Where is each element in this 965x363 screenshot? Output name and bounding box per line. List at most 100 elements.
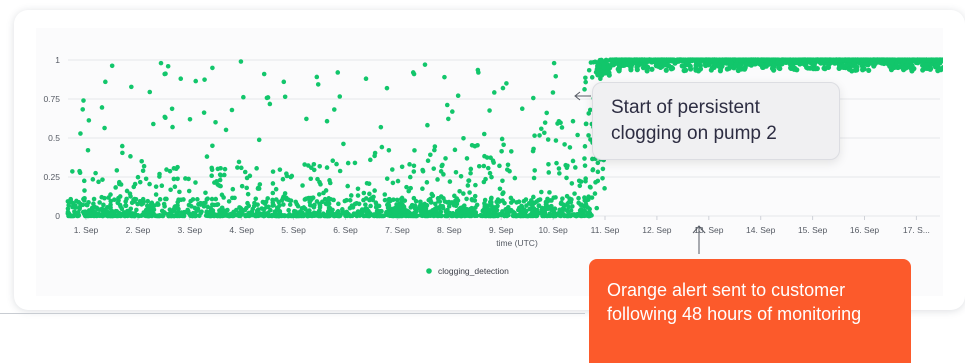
data-point [874, 57, 880, 63]
data-point [367, 191, 372, 197]
data-point [334, 161, 339, 167]
data-point [91, 201, 96, 207]
data-point [337, 94, 343, 99]
data-point [449, 200, 455, 205]
data-point [345, 183, 351, 189]
data-point [226, 199, 232, 204]
data-point [539, 189, 544, 195]
data-point [758, 57, 764, 63]
data-point [255, 211, 261, 217]
data-point [483, 176, 488, 182]
data-point [466, 178, 472, 183]
data-point [159, 208, 165, 214]
data-point [680, 57, 686, 63]
data-point [576, 195, 581, 201]
data-point [317, 179, 322, 185]
data-point [99, 105, 105, 110]
data-point [455, 93, 461, 98]
data-point [411, 163, 417, 169]
data-point [582, 163, 588, 168]
data-point [542, 210, 548, 216]
data-point [407, 174, 413, 180]
data-point [410, 70, 416, 75]
data-point [530, 148, 536, 154]
data-point [142, 213, 148, 218]
data-point [559, 200, 564, 205]
data-point [226, 212, 232, 217]
data-point [86, 210, 92, 215]
data-point [649, 66, 655, 72]
data-point [431, 166, 437, 171]
data-point [570, 158, 576, 164]
persistent-clogging-text: Start of persistent clogging on pump 2 [611, 97, 777, 144]
data-point [719, 57, 725, 63]
data-point [453, 169, 459, 175]
data-point [820, 57, 827, 63]
data-point [177, 189, 182, 195]
data-point [575, 132, 580, 138]
y-tick-label: 0.25 [43, 172, 60, 182]
data-point [524, 203, 529, 208]
data-point [603, 57, 609, 63]
data-point [218, 209, 224, 215]
data-point [324, 201, 330, 207]
data-point [70, 204, 75, 210]
data-point [505, 204, 511, 210]
data-point [407, 162, 412, 167]
data-point [281, 79, 287, 85]
data-point [256, 137, 262, 143]
data-point [265, 95, 271, 100]
data-point [395, 178, 401, 184]
data-point [545, 137, 551, 142]
data-point [438, 169, 444, 174]
data-point [434, 207, 439, 213]
data-point [854, 57, 860, 63]
data-point [331, 197, 336, 203]
data-point [564, 175, 569, 181]
data-point [596, 70, 602, 76]
data-point [497, 198, 503, 204]
data-point [440, 162, 445, 168]
data-point [801, 58, 807, 64]
data-point [311, 204, 317, 210]
data-point [589, 75, 595, 80]
data-point [304, 116, 309, 122]
data-point [546, 161, 551, 167]
data-point [140, 168, 146, 174]
data-point [202, 77, 207, 82]
data-point [267, 101, 273, 107]
data-point [679, 63, 685, 69]
data-point [347, 197, 353, 203]
data-point [371, 194, 376, 200]
data-point [204, 209, 210, 214]
data-point [129, 200, 135, 206]
data-point [189, 213, 195, 219]
data-point [406, 213, 411, 219]
data-point [108, 192, 113, 197]
data-point [350, 203, 355, 209]
data-point [379, 208, 384, 214]
data-point [492, 205, 497, 210]
data-point [426, 197, 432, 203]
data-point [198, 202, 203, 207]
data-point [669, 65, 676, 71]
data-point [693, 65, 699, 71]
data-point [223, 127, 229, 133]
data-point [178, 76, 184, 81]
data-point [550, 90, 556, 95]
data-point [565, 163, 570, 169]
data-point [538, 126, 544, 132]
data-point [129, 84, 134, 90]
data-point [398, 196, 404, 202]
data-point [600, 166, 606, 172]
data-point [249, 212, 255, 218]
data-point [264, 204, 269, 210]
data-point [81, 178, 87, 184]
data-point [583, 75, 588, 81]
data-point [203, 190, 208, 196]
data-point [497, 186, 503, 192]
data-point [123, 203, 128, 208]
data-point [464, 156, 470, 161]
data-point [674, 57, 681, 63]
data-point [89, 205, 95, 211]
